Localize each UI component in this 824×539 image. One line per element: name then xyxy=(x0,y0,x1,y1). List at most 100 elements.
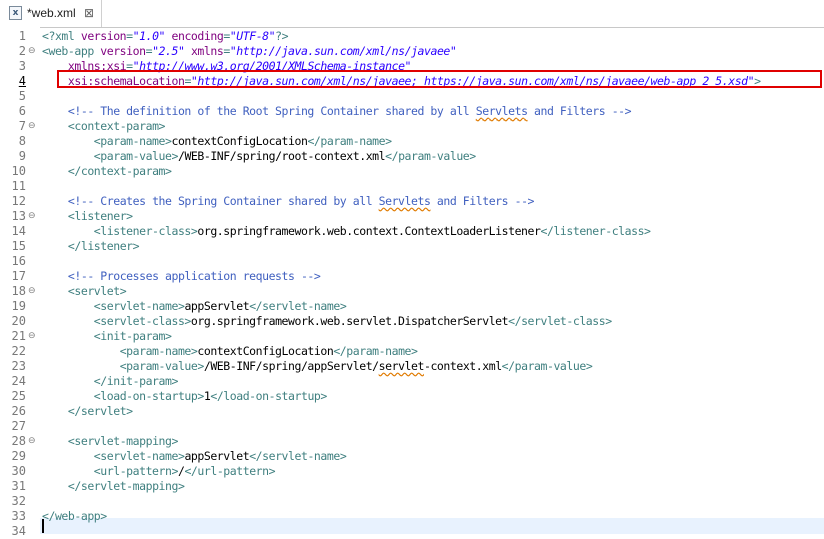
code-area[interactable]: <?xml version="1.0" encoding="UTF-8"?> <w… xyxy=(40,27,824,537)
code-token: "2.5" xyxy=(152,44,185,58)
code-token: "UTF-8" xyxy=(229,29,276,43)
code-line[interactable]: </servlet> xyxy=(42,404,133,419)
code-line[interactable]: <init-param> xyxy=(42,329,172,344)
code-line[interactable]: <servlet> xyxy=(42,284,127,299)
code-line[interactable]: <!-- The definition of the Root Spring C… xyxy=(42,104,632,119)
code-token: "http://java.sun.com/xml/ns/javaee" xyxy=(229,44,457,58)
line-number: 33 xyxy=(11,509,26,523)
code-line[interactable]: <!-- Processes application requests --> xyxy=(42,269,321,284)
code-line[interactable]: <listener> xyxy=(42,209,133,224)
highlight-box xyxy=(57,70,822,88)
code-line[interactable]: <listener-class>org.springframework.web.… xyxy=(42,224,651,239)
code-line[interactable]: <load-on-startup>1</load-on-startup> xyxy=(42,389,328,404)
line-number: 16 xyxy=(11,254,26,268)
code-line[interactable]: <servlet-class>org.springframework.web.s… xyxy=(42,314,612,329)
line-number: 13 xyxy=(11,209,26,223)
code-line[interactable]: <context-param> xyxy=(42,119,166,134)
code-line[interactable]: <servlet-name>appServlet</servlet-name> xyxy=(42,299,347,314)
code-line[interactable]: </web-app> xyxy=(42,509,107,524)
code-token: </init-param> xyxy=(93,374,179,388)
line-number: 11 xyxy=(11,179,26,193)
code-line[interactable]: <servlet-name>appServlet</servlet-name> xyxy=(42,449,347,464)
fold-toggle-icon[interactable]: ⊖ xyxy=(28,329,36,344)
code-token: <listener> xyxy=(67,209,133,223)
code-token: </web-app> xyxy=(42,509,107,523)
line-number: 26 xyxy=(11,404,26,418)
line-number: 27 xyxy=(11,419,26,433)
code-token: version xyxy=(80,29,127,43)
tab-web-xml[interactable]: x *web.xml ⊠ xyxy=(0,0,102,27)
code-token: <param-value> xyxy=(119,359,205,373)
line-number: 29 xyxy=(11,449,26,463)
code-token: appServlet xyxy=(184,449,250,463)
code-token: </url-pattern> xyxy=(184,464,276,478)
editor-tab-bar: x *web.xml ⊠ xyxy=(0,0,824,28)
code-line[interactable]: </init-param> xyxy=(42,374,179,389)
code-token: encoding xyxy=(171,29,224,43)
line-number: 18 xyxy=(11,284,26,298)
code-token: <param-name> xyxy=(119,344,198,358)
code-token: <!-- Creates the Spring Container shared… xyxy=(67,194,379,208)
fold-toggle-icon[interactable]: ⊖ xyxy=(28,434,36,449)
fold-toggle-icon[interactable]: ⊖ xyxy=(28,44,36,59)
line-number: 21 xyxy=(11,329,26,343)
code-line[interactable]: </servlet-mapping> xyxy=(42,479,185,494)
code-line[interactable]: </listener> xyxy=(42,239,140,254)
line-number: 15 xyxy=(11,239,26,253)
code-line[interactable]: <param-value>/WEB-INF/spring/root-contex… xyxy=(42,149,476,164)
fold-toggle-icon[interactable]: ⊖ xyxy=(28,284,36,299)
code-token: </param-value> xyxy=(385,149,476,163)
code-token: <servlet-mapping> xyxy=(67,434,179,448)
code-line[interactable]: <!-- Creates the Spring Container shared… xyxy=(42,194,535,209)
line-number: 5 xyxy=(18,89,26,103)
line-number: 7 xyxy=(18,119,26,133)
line-number: 14 xyxy=(11,224,26,238)
code-line[interactable]: <url-pattern>/</url-pattern> xyxy=(42,464,276,479)
fold-toggle-icon[interactable]: ⊖ xyxy=(28,119,36,134)
code-line[interactable]: <param-value>/WEB-INF/spring/appServlet/… xyxy=(42,359,593,374)
code-token: and Filters --> xyxy=(527,104,632,118)
line-number: 25 xyxy=(11,389,26,403)
code-token: org.springframework.web.context.ContextL… xyxy=(197,224,541,238)
code-token: xmlns xyxy=(190,44,224,58)
code-line[interactable]: <?xml version="1.0" encoding="UTF-8"?> xyxy=(42,29,289,44)
line-number: 20 xyxy=(11,314,26,328)
code-token: org.springframework.web.servlet.Dispatch… xyxy=(190,314,509,328)
fold-toggle-icon[interactable]: ⊖ xyxy=(28,209,36,224)
code-token: </listener> xyxy=(67,239,140,253)
line-number: 3 xyxy=(18,59,26,73)
code-token: </context-param> xyxy=(67,164,172,178)
close-icon[interactable]: ⊠ xyxy=(84,6,94,20)
code-line[interactable]: <param-name>contextConfigLocation</param… xyxy=(42,134,392,149)
code-token: /WEB-INF/spring/root-context.xml xyxy=(177,149,386,163)
code-line[interactable]: <param-name>contextConfigLocation</param… xyxy=(42,344,418,359)
code-token: contextConfigLocation xyxy=(197,344,334,358)
code-line[interactable]: </context-param> xyxy=(42,164,172,179)
code-line[interactable]: <web-app version="2.5" xmlns="http://jav… xyxy=(42,44,457,59)
code-token: </load-on-startup> xyxy=(210,389,327,403)
code-token: and Filters --> xyxy=(430,194,535,208)
code-token: -context.xml xyxy=(423,359,502,373)
line-number: 32 xyxy=(11,494,26,508)
code-line[interactable]: <servlet-mapping> xyxy=(42,434,179,449)
line-number: 30 xyxy=(11,464,26,478)
code-token: <!-- Processes application requests --> xyxy=(67,269,321,283)
code-token: appServlet xyxy=(184,299,250,313)
code-token: </servlet-name> xyxy=(249,299,347,313)
xml-file-icon: x xyxy=(9,6,22,20)
code-token: <servlet-name> xyxy=(93,449,185,463)
code-token: servlet xyxy=(378,359,425,373)
